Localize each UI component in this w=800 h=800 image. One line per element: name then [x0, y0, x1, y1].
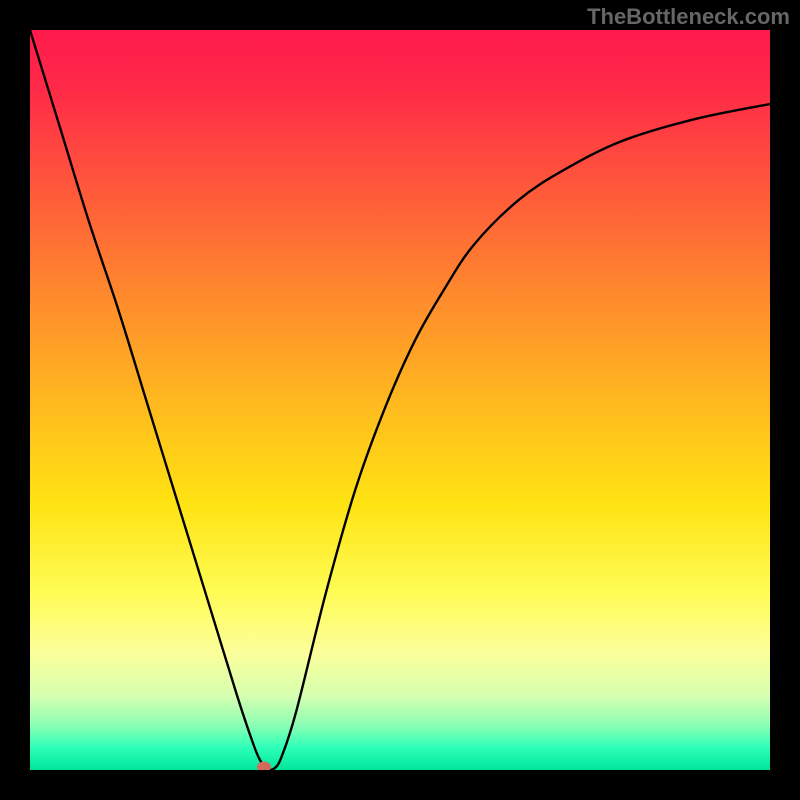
watermark-text: TheBottleneck.com: [587, 4, 790, 30]
optimum-marker: [257, 762, 271, 770]
bottleneck-curve: [30, 30, 770, 770]
plot-area: [30, 30, 770, 770]
